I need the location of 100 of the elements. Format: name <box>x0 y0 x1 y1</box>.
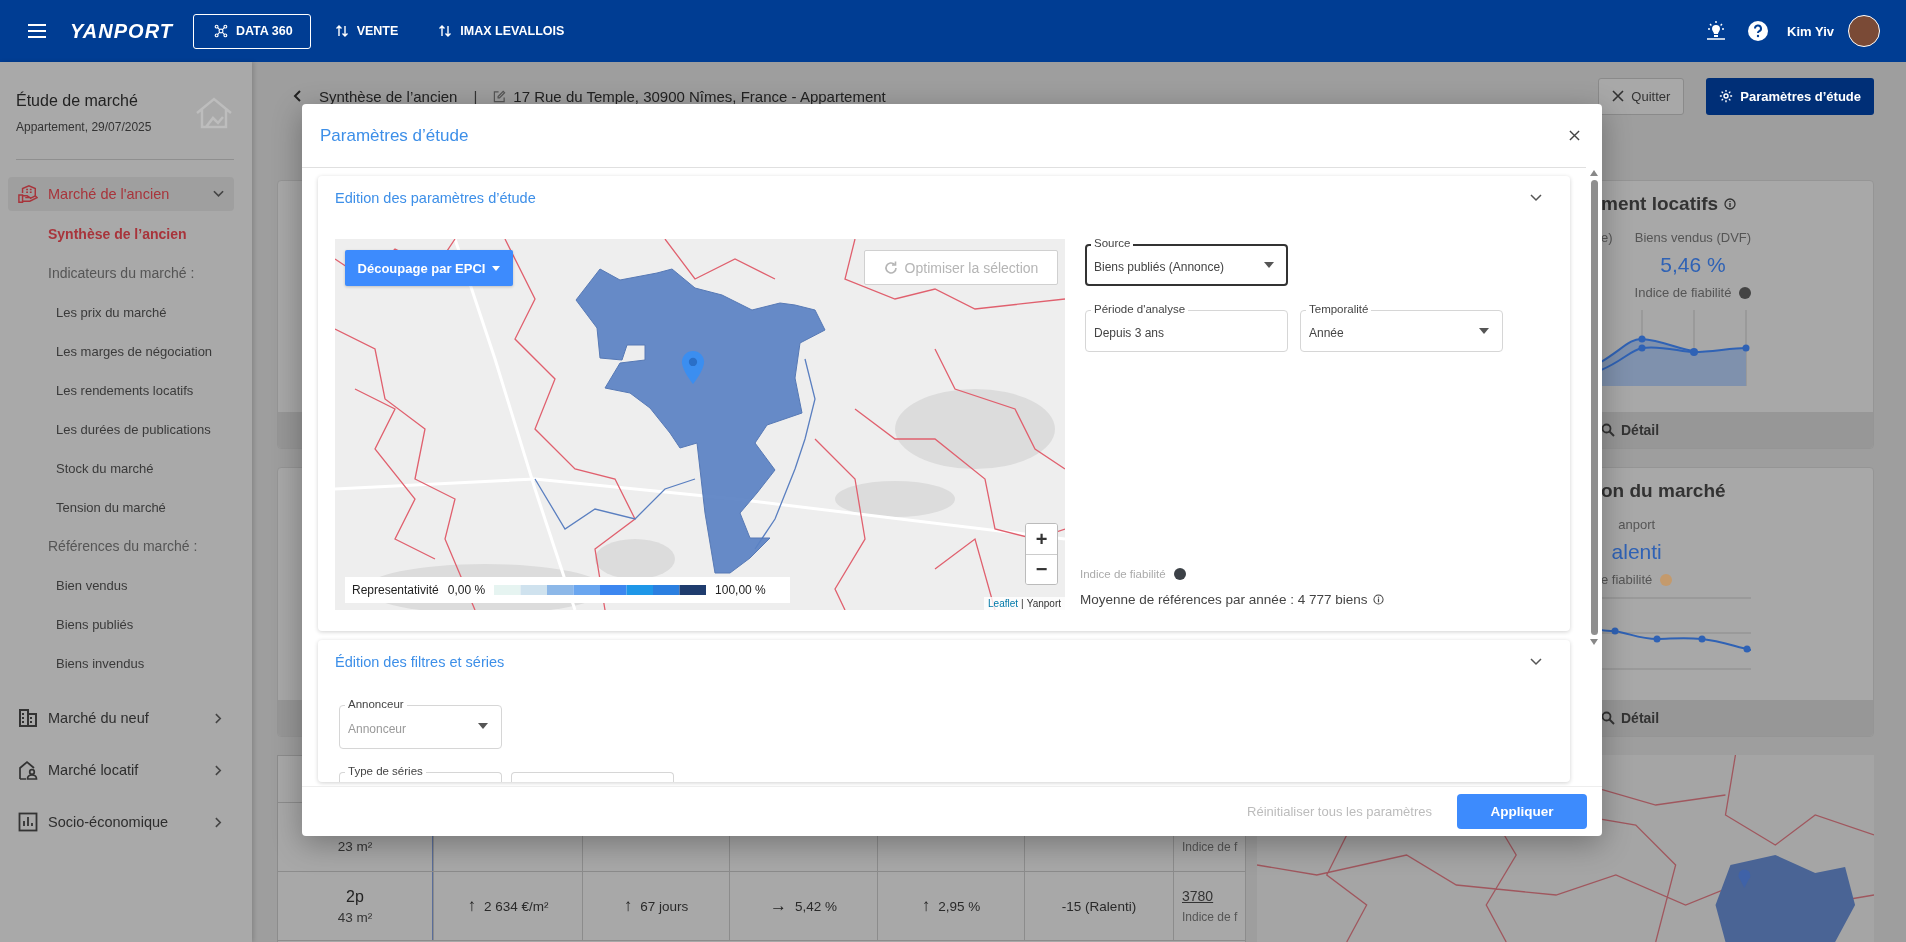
nav-tab[interactable]: VENTE <box>318 13 415 49</box>
panel-header[interactable]: Édition des filtres et séries <box>318 640 1570 684</box>
field-label: Temporalité <box>1306 303 1372 316</box>
search-icon <box>1601 711 1615 725</box>
field-label: Type de séries <box>345 765 426 778</box>
chevron-down-icon <box>1530 194 1542 202</box>
caret-down-icon <box>492 265 501 271</box>
detail-button[interactable]: Détail <box>1601 700 1660 736</box>
chevron-right-icon <box>215 816 222 828</box>
surface-area: 23 m² <box>337 839 373 854</box>
nav-tab[interactable]: IMAX LEVALLOIS <box>422 13 581 49</box>
leaflet-link[interactable]: Leaflet <box>988 598 1019 609</box>
map-drawing[interactable] <box>335 239 1065 610</box>
menu-link[interactable]: Tension du marché <box>8 488 166 527</box>
split-dropdown-button[interactable]: Découpage par EPCI <box>345 250 513 286</box>
avatar[interactable] <box>1848 15 1880 47</box>
menu-link[interactable]: Les marges de négociation <box>8 332 213 371</box>
menu-group-heading: Indicateurs du marché : <box>47 264 196 283</box>
metric-value: 5,42 % <box>795 898 837 914</box>
detail-button[interactable]: Détail <box>1601 412 1660 448</box>
average-references-text: Moyenne de références par année : 4 777 biens <box>1080 592 1368 607</box>
caret-down-icon <box>1264 262 1274 268</box>
settings-button[interactable]: Paramètres d’étude <box>1706 77 1874 115</box>
metric-value: 2,95 % <box>938 898 981 914</box>
reliability-label: Indice de f <box>1182 840 1238 854</box>
building-icon <box>18 708 38 728</box>
close-icon[interactable] <box>1569 130 1580 141</box>
menu-item[interactable]: Marché du neuf <box>8 701 234 735</box>
quit-button[interactable]: Quitter <box>1598 77 1685 115</box>
menu-item[interactable]: Socio-économique <box>8 805 234 839</box>
chevron-down-icon <box>213 190 224 198</box>
chevron-right-icon <box>215 712 222 724</box>
surface-area: 43 m² <box>337 909 373 925</box>
menu-link[interactable]: Biens invendus <box>8 644 145 683</box>
info-icon[interactable] <box>1724 198 1737 210</box>
study-subtitle: Appartement, 29/07/2025 <box>16 120 152 134</box>
attribution-separator: | <box>1021 598 1024 609</box>
menu-icon[interactable] <box>27 21 47 41</box>
unit-type: 2p <box>346 887 364 906</box>
zoom-out-button[interactable]: − <box>1026 554 1057 584</box>
input-field[interactable] <box>511 772 674 782</box>
trend-arrow: ↑ <box>467 896 476 916</box>
column-label: Biens vendus (DVF) <box>1634 230 1752 245</box>
menu-link[interactable]: Biens publiés <box>8 605 134 644</box>
dialog-title: Paramètres d’étude <box>320 125 469 146</box>
menu-link[interactable]: Synthèse de l’ancien <box>8 215 187 254</box>
edit-icon[interactable] <box>493 89 507 103</box>
network-icon <box>213 24 228 38</box>
tension-value: -15 (Ralenti) <box>1061 898 1137 914</box>
help-icon[interactable] <box>1747 20 1770 42</box>
legend-max: 100,00 % <box>715 583 766 597</box>
trend-arrow: ↑ <box>623 896 633 916</box>
metric-value: 67 jours <box>640 898 689 914</box>
scroll-up-arrow-icon[interactable] <box>1590 170 1598 176</box>
refresh-icon <box>883 260 898 275</box>
apply-button[interactable]: Appliquer <box>1457 794 1587 829</box>
legend-label: Representativité <box>352 583 439 597</box>
logo[interactable]: YANPORT <box>70 19 173 43</box>
close-icon <box>1612 90 1625 102</box>
menu-link[interactable]: Les durées de publications <box>8 410 211 449</box>
panel-header[interactable]: Edition des paramètres d’étude <box>318 176 1570 220</box>
trend-arrow: ↑ <box>921 896 931 916</box>
reliability-label: Indice de fiabilité <box>1634 285 1732 300</box>
column-label: anport <box>1618 517 1656 532</box>
swap-vertical-icon <box>438 24 453 38</box>
caret-down-icon <box>478 723 488 729</box>
chevron-right-icon <box>215 764 222 776</box>
reliability-label: Indice de f <box>1182 910 1238 924</box>
metric-value: alenti <box>1611 540 1662 564</box>
swap-vertical-icon <box>334 24 349 38</box>
bar-chart-icon <box>18 812 38 832</box>
field-label: Annonceur <box>345 698 407 711</box>
reliability-label: Indice de fiabilité <box>1080 568 1166 580</box>
page-title: Synthèse de l’ancien <box>319 87 458 105</box>
info-icon[interactable] <box>1373 594 1385 605</box>
field-label: Période d'analyse <box>1091 303 1189 316</box>
legend-min: 0,00 % <box>447 583 486 597</box>
menu-link[interactable]: Les prix du marché <box>8 293 167 332</box>
column-label: e) <box>1601 230 1613 245</box>
menu-group-heading: Références du marché : <box>47 537 199 556</box>
menu-link[interactable]: Stock du marché <box>8 449 154 488</box>
reference-count-link[interactable]: 3780 <box>1182 888 1214 904</box>
house-user-icon <box>18 760 38 780</box>
metric-value: 2 634 €/m² <box>483 898 549 914</box>
menu-link[interactable]: Bien vendus <box>8 566 128 605</box>
search-icon <box>1601 423 1615 437</box>
scroll-down-arrow-icon[interactable] <box>1590 639 1598 645</box>
user-name[interactable]: Kim Yiv <box>1787 23 1834 39</box>
trend-arrow: → <box>770 896 787 916</box>
menu-item[interactable]: Marché locatif <box>8 753 234 787</box>
back-chevron-icon[interactable] <box>293 90 301 102</box>
lightbulb-icon[interactable] <box>1705 20 1728 42</box>
nav-tab[interactable]: DATA 360 <box>192 13 311 49</box>
caret-down-icon <box>1479 328 1489 334</box>
study-title: Étude de marché <box>16 92 139 110</box>
house-hand-icon <box>18 184 38 204</box>
card-title: on du marché <box>1601 480 1726 502</box>
menu-link[interactable]: Les rendements locatifs <box>8 371 194 410</box>
chevron-down-icon <box>1530 658 1542 666</box>
field-label: Source <box>1091 237 1134 250</box>
